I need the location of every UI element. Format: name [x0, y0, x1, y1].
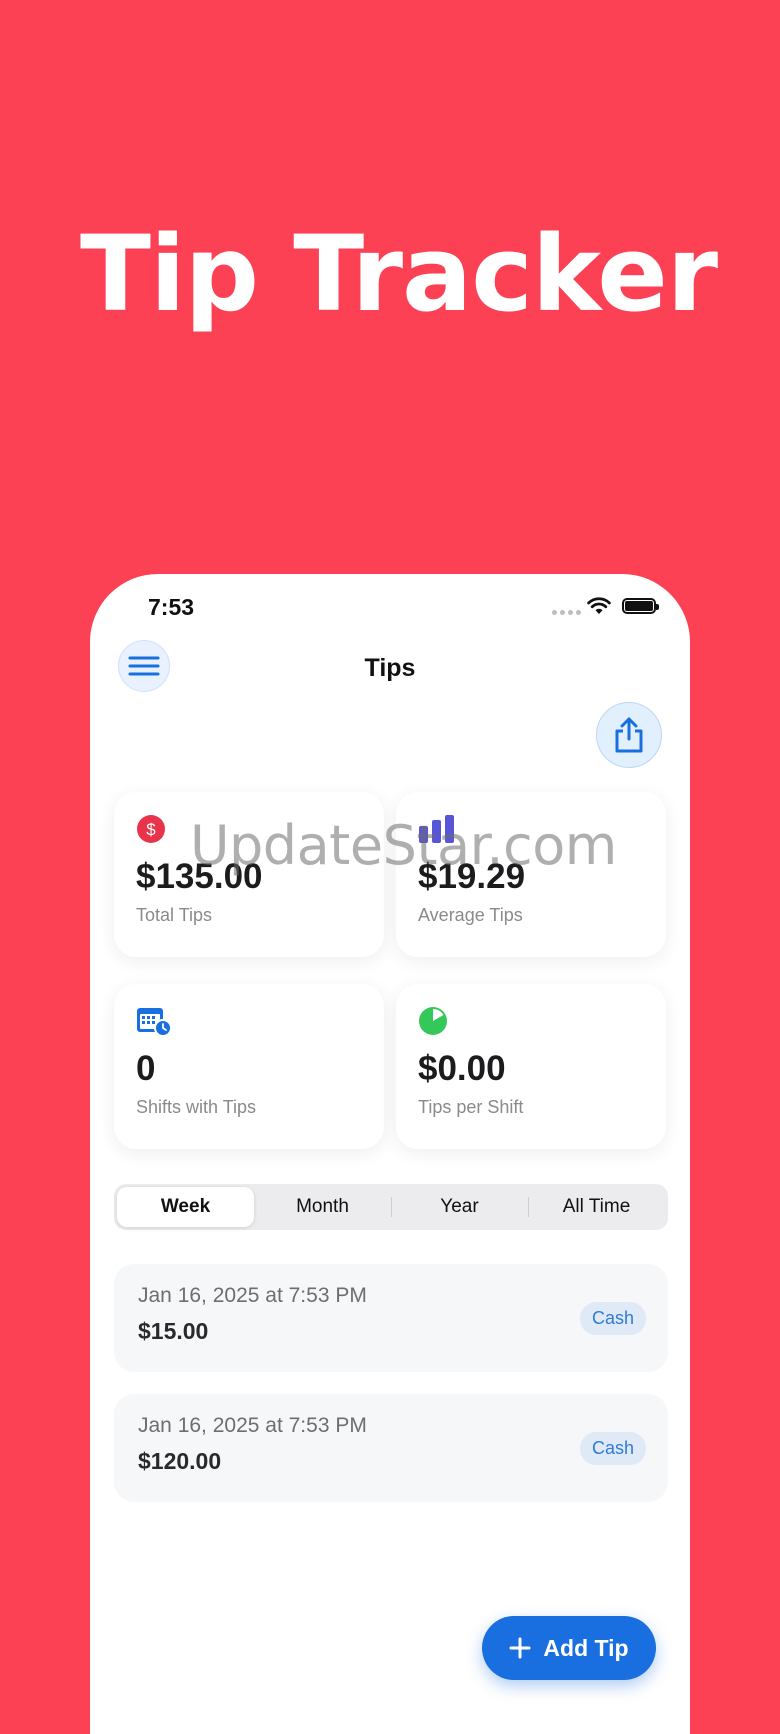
tab-week[interactable]: Week	[117, 1187, 254, 1227]
tab-all-time[interactable]: All Time	[528, 1187, 665, 1227]
phone-screen: 7:53 Tips $ $135.00 Total Tips $19.29 Av…	[90, 574, 690, 1734]
share-button[interactable]	[596, 702, 662, 768]
page-title: Tips	[364, 654, 416, 682]
add-tip-button[interactable]: Add Tip	[482, 1616, 656, 1680]
tab-year[interactable]: Year	[391, 1187, 528, 1227]
tips-per-shift-label: Tips per Shift	[418, 1096, 524, 1117]
tip-list-item[interactable]: Jan 16, 2025 at 7:53 PM $15.00 Cash	[114, 1264, 668, 1372]
share-icon	[615, 717, 643, 753]
payment-method-badge: Cash	[579, 1302, 646, 1335]
status-time: 7:53	[148, 594, 195, 620]
tips-per-shift-card: $0.00 Tips per Shift	[396, 984, 666, 1149]
shifts-value: 0	[136, 1049, 156, 1088]
average-tips-label: Average Tips	[418, 904, 523, 925]
add-tip-label: Add Tip	[543, 1634, 629, 1661]
total-tips-label: Total Tips	[136, 904, 213, 925]
tip-date: Jan 16, 2025 at 7:53 PM	[138, 1284, 367, 1307]
watermark: UpdateStar.com	[190, 814, 617, 877]
tip-amount: $15.00	[138, 1318, 209, 1344]
tip-date: Jan 16, 2025 at 7:53 PM	[138, 1414, 367, 1437]
plus-icon	[509, 1637, 531, 1659]
pie-chart-icon	[419, 1007, 447, 1035]
svg-text:$: $	[146, 820, 156, 839]
tip-amount: $120.00	[138, 1448, 222, 1474]
cellular-signal-icon	[552, 610, 581, 615]
tips-per-shift-value: $0.00	[418, 1049, 506, 1088]
dollar-icon: $	[137, 815, 165, 843]
payment-method-badge: Cash	[579, 1432, 646, 1465]
tab-month[interactable]: Month	[254, 1187, 391, 1227]
tip-list-item[interactable]: Jan 16, 2025 at 7:53 PM $120.00 Cash	[114, 1394, 668, 1502]
calendar-clock-icon	[137, 1008, 172, 1037]
shifts-card: 0 Shifts with Tips	[114, 984, 384, 1149]
battery-icon	[622, 598, 659, 614]
period-selector: Week Month Year All Time	[114, 1184, 668, 1230]
promo-headline: Tip Tracker	[80, 213, 718, 335]
wifi-icon	[587, 597, 611, 614]
shifts-label: Shifts with Tips	[136, 1096, 257, 1117]
